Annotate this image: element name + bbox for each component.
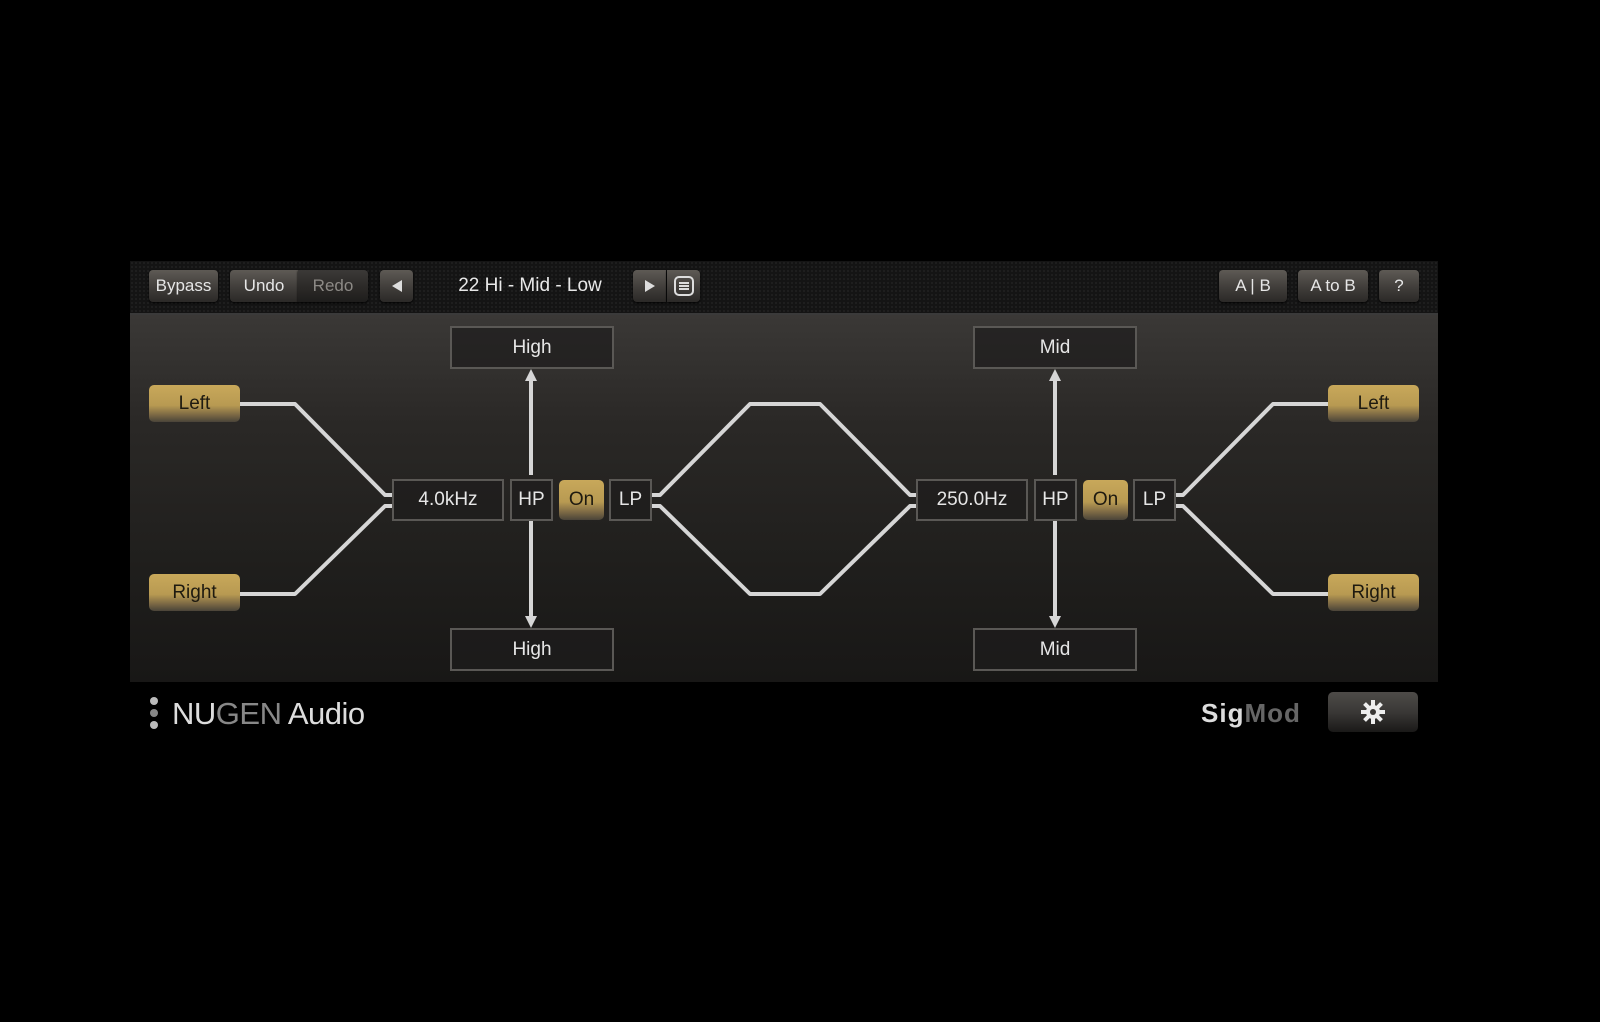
a-to-b-button[interactable]: A to B <box>1298 270 1368 302</box>
next-preset-button[interactable] <box>633 270 666 302</box>
wire-right-in <box>240 504 392 596</box>
bypass-button[interactable]: Bypass <box>149 270 218 302</box>
footer: NUGEN Audio SigMod <box>130 684 1438 744</box>
split2-on-toggle[interactable]: On <box>1083 480 1128 520</box>
split2-hp-button[interactable]: HP <box>1034 479 1077 521</box>
split1-bottom-output-selector[interactable]: High <box>450 628 614 671</box>
triangle-right-icon <box>644 280 655 292</box>
split2-bottom-output-selector[interactable]: Mid <box>973 628 1137 671</box>
signal-wires <box>240 369 1328 628</box>
wire-mid-lower <box>652 504 918 596</box>
split2-frequency-field[interactable]: 250.0Hz <box>916 479 1028 521</box>
arrow-up-icon <box>525 369 537 381</box>
split2-lp-button[interactable]: LP <box>1133 479 1176 521</box>
split1-frequency-field[interactable]: 4.0kHz <box>392 479 504 521</box>
split1-top-output-selector[interactable]: High <box>450 326 614 369</box>
split2-top-output-selector[interactable]: Mid <box>973 326 1137 369</box>
input-right-button[interactable]: Right <box>149 574 240 611</box>
arrow-up-icon <box>1049 369 1061 381</box>
output-left-button[interactable]: Left <box>1328 385 1419 422</box>
wire-left-in <box>240 402 392 497</box>
toolbar: Bypass Undo Redo 22 Hi - Mid - Low A | B… <box>130 261 1438 315</box>
wire-right-out <box>1176 504 1328 596</box>
triangle-left-icon <box>391 280 402 292</box>
redo-button[interactable]: Redo <box>298 270 368 302</box>
routing-panel: Left Right High 4.0kHz HP On LP High Mid… <box>130 315 1438 682</box>
gear-icon <box>1361 700 1385 724</box>
previous-preset-button[interactable] <box>380 270 413 302</box>
ab-compare-button[interactable]: A | B <box>1219 270 1287 302</box>
settings-button[interactable] <box>1328 692 1418 732</box>
nugen-audio-logo: NUGEN Audio <box>172 696 365 731</box>
preset-list-button[interactable] <box>667 270 700 302</box>
arrow-down-icon <box>1049 616 1061 628</box>
list-icon <box>673 276 694 296</box>
product-logo: SigMod <box>1201 698 1301 728</box>
split1-lp-button[interactable]: LP <box>609 479 652 521</box>
split1-hp-button[interactable]: HP <box>510 479 553 521</box>
wire-mid-upper <box>652 402 918 497</box>
output-right-button[interactable]: Right <box>1328 574 1419 611</box>
arrow-down-icon <box>525 616 537 628</box>
input-left-button[interactable]: Left <box>149 385 240 422</box>
split1-on-toggle[interactable]: On <box>559 480 604 520</box>
preset-name[interactable]: 22 Hi - Mid - Low <box>430 270 630 302</box>
undo-button[interactable]: Undo <box>230 270 298 302</box>
help-button[interactable]: ? <box>1379 270 1419 302</box>
sigmod-plugin-window: Bypass Undo Redo 22 Hi - Mid - Low A | B… <box>130 261 1438 682</box>
wire-left-out <box>1176 402 1328 497</box>
